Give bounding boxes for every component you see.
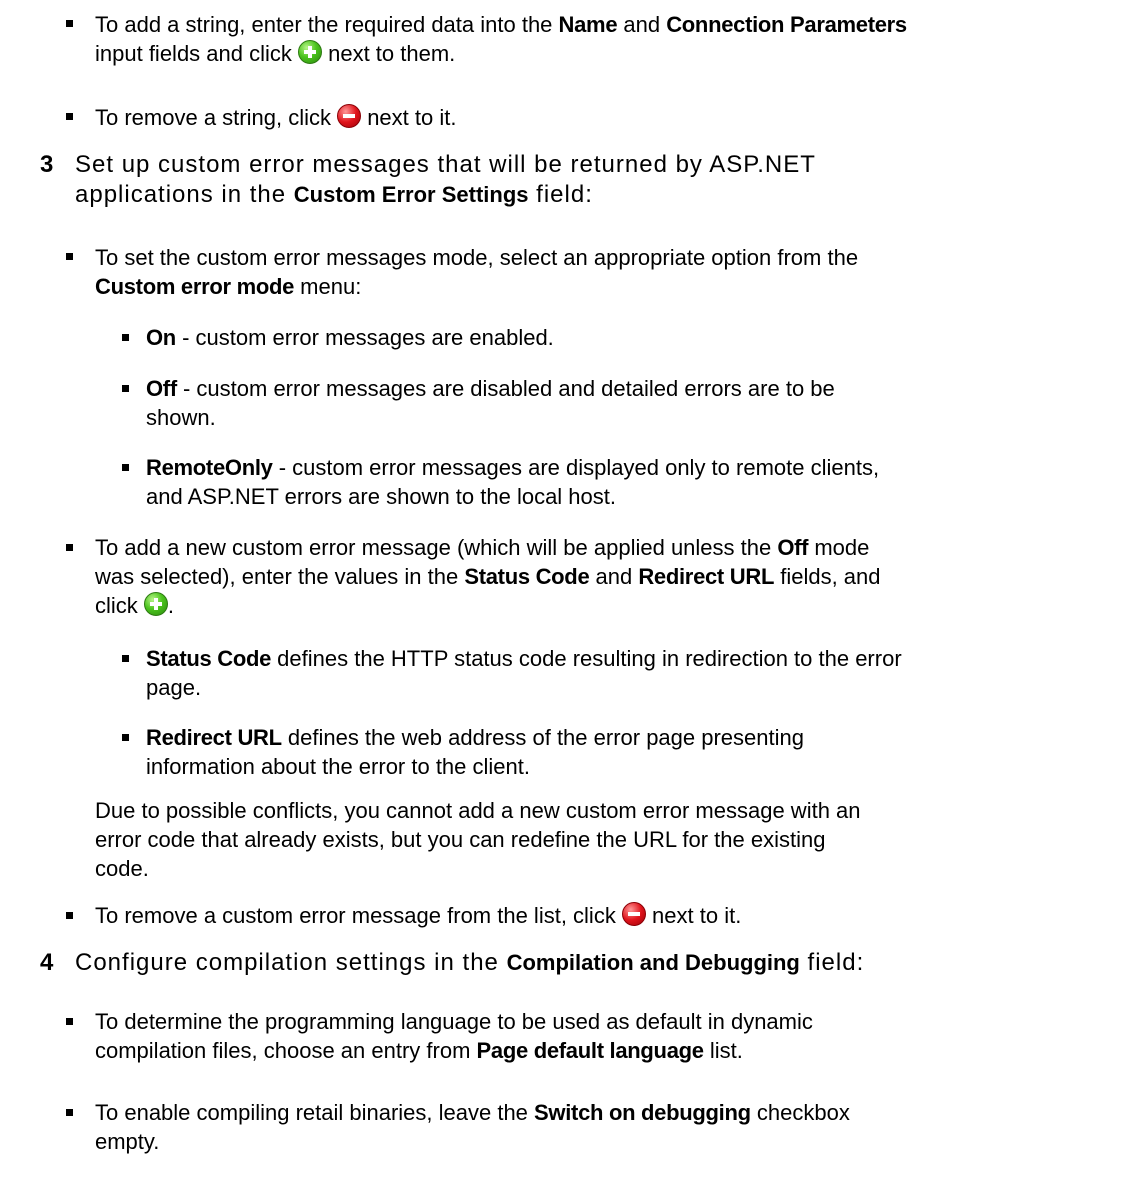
list-item-language: To determine the programming language to… — [95, 1009, 813, 1063]
custom-error-settings-label: Custom Error Settings — [293, 182, 529, 207]
step-number: 4 — [40, 949, 54, 976]
list-item-off: Off - custom error messages are disabled… — [146, 376, 835, 430]
list-item-mode: To set the custom error messages mode, s… — [95, 245, 859, 299]
bullet — [122, 655, 129, 662]
redirect-url-label: Redirect URL — [638, 564, 775, 589]
remove-icon — [621, 902, 646, 926]
bullet — [66, 20, 73, 27]
connection-parameters-label: Connection Parameters — [666, 12, 907, 37]
bullet — [122, 734, 129, 741]
bullet — [66, 113, 73, 120]
remove-icon — [337, 104, 362, 128]
step-number: 3 — [40, 151, 54, 178]
off-label: Off — [777, 535, 809, 560]
list-item-remove-string: To remove a string, click next to it. — [95, 104, 457, 130]
step-3-text: Set up custom error messages that will b… — [75, 151, 816, 208]
bullet — [122, 385, 129, 392]
bullet — [66, 1018, 73, 1025]
page-default-language-label: Page default language — [476, 1038, 705, 1063]
bullet — [66, 253, 73, 260]
list-item-add-string: To add a string, enter the required data… — [95, 12, 907, 66]
list-item-status-code: Status Code defines the HTTP status code… — [146, 646, 902, 700]
add-icon — [143, 592, 168, 616]
bullet — [122, 334, 129, 341]
add-icon — [298, 40, 322, 64]
step-4-text: Configure compilation settings in the Co… — [75, 949, 865, 976]
switch-on-debugging-label: Switch on debugging — [534, 1100, 751, 1125]
compilation-and-debugging-label: Compilation and Debugging — [506, 950, 800, 975]
bullet — [66, 544, 73, 551]
list-item-on: On - custom error messages are enabled. — [146, 325, 554, 350]
status-code-label: Status Code — [464, 564, 590, 589]
list-item-remove-error: To remove a custom error message from th… — [95, 902, 742, 928]
custom-error-mode-label: Custom error mode — [95, 274, 295, 299]
bullet — [122, 464, 129, 471]
list-item-add-error: To add a new custom error message (which… — [95, 535, 881, 618]
bullet — [66, 912, 73, 919]
list-item-debugging: To enable compiling retail binaries, lea… — [95, 1100, 850, 1154]
name-label: Name — [558, 12, 618, 37]
note-paragraph: Due to possible conflicts, you cannot ad… — [95, 798, 861, 881]
bullet — [66, 1109, 73, 1116]
list-item-redirect-url: Redirect URL defines the web address of … — [146, 725, 804, 779]
list-item-remote-only: RemoteOnly - custom error messages are d… — [146, 455, 880, 509]
